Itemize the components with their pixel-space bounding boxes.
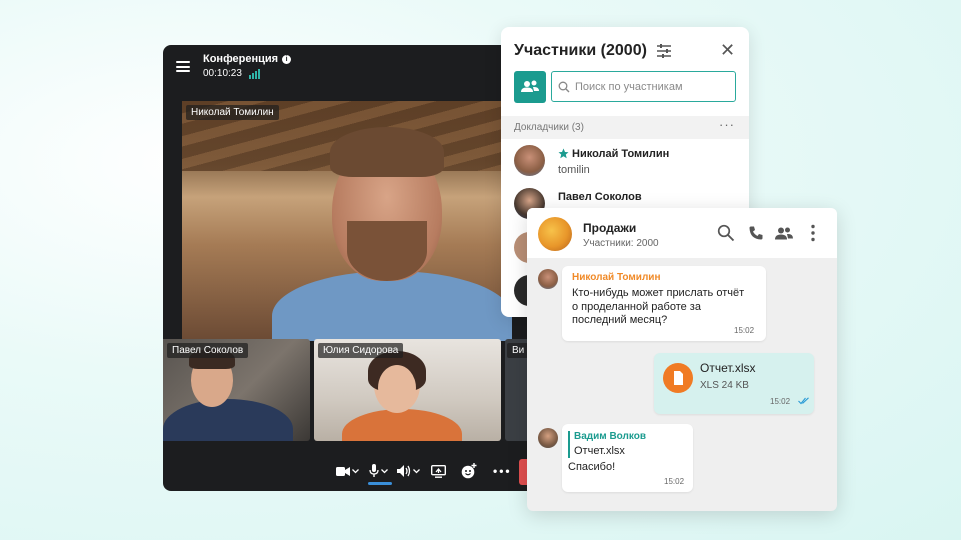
screen-share-icon [431,464,446,478]
file-icon [663,363,693,393]
close-icon[interactable]: ✕ [720,41,735,59]
call-timer: 00:10:23 [203,68,242,79]
message-bubble[interactable]: Вадим Волков Отчет.xlsx Спасибо! 15:02 [562,424,693,492]
conference-header: Конференция i 00:10:23 [163,45,543,89]
chat-avatar [538,217,572,251]
signal-icon [249,69,261,79]
message-line: Кто-нибудь может прислать отчёт [572,287,745,299]
message-time: 15:02 [664,477,685,486]
screen-share-button[interactable] [431,463,446,479]
participant-name: Николай Томилин [572,148,670,160]
group-button[interactable] [514,71,546,103]
reaction-button[interactable] [461,463,477,479]
kebab-menu-icon[interactable] [810,224,816,242]
message-text: Кто-нибудь может прислать отчёт о продел… [572,287,744,328]
participant-label: Юлия Сидорова [318,343,404,358]
message-text: Спасибо! [568,461,616,473]
message-bubble[interactable]: Николай Томилин Кто-нибудь может прислат… [562,266,766,341]
chevron-down-icon [381,468,388,473]
microphone-button[interactable] [369,463,388,479]
mic-level-indicator [368,482,392,485]
file-message-bubble[interactable]: Отчет.xlsx XLS 24 KB 15:02 [654,353,814,414]
chevron-down-icon [413,468,420,473]
microphone-icon [369,464,379,477]
message-time: 15:02 [734,326,755,335]
message-line: последний месяц? [572,314,668,326]
participant-video-tile[interactable]: Павел Соколов [163,339,310,441]
section-label: Докладчики (3) [514,122,584,133]
chat-header: Продажи Участники: 2000 [527,208,837,258]
menu-icon[interactable] [176,61,190,72]
file-name: Отчет.xlsx [700,361,756,375]
participants-title: Участники (2000) [514,42,647,59]
emoji-icon [461,463,477,479]
message-author: Николай Томилин [572,272,661,283]
more-icon[interactable]: ··· [719,117,735,132]
star-icon [558,148,569,159]
participant-name: Павел Соколов [558,191,642,203]
message-author: Вадим Волков [574,431,647,442]
search-icon[interactable] [717,224,735,242]
main-speaker-video[interactable]: Николай Томилин [182,101,512,341]
phone-icon[interactable] [749,226,763,240]
search-input[interactable] [575,80,725,93]
people-icon [521,80,539,92]
avatar [538,269,558,289]
more-icon[interactable]: ••• [493,463,512,479]
participant-label: Ви [507,343,530,358]
avatar [538,428,558,448]
filter-icon[interactable] [656,43,672,59]
speakers-section: Докладчики (3) ··· [501,116,749,139]
message-line: о проделанной работе за [572,300,701,313]
speaker-button[interactable] [397,463,420,479]
call-toolbar: ••• [163,455,543,491]
participant-video-tile[interactable]: Юлия Сидорова [314,339,501,441]
chevron-down-icon [352,468,359,473]
search-icon [558,81,570,92]
message-time: 15:02 [770,397,791,406]
quoted-file: Отчет.xlsx [574,445,625,457]
people-icon[interactable] [775,227,793,240]
chat-members-count: Участники: 2000 [583,238,659,249]
quote-bar [568,431,570,458]
participant-login: tomilin [558,164,590,176]
participant-search[interactable] [551,71,736,102]
file-meta: XLS 24 KB [700,380,749,391]
double-check-icon [798,397,809,405]
main-speaker-label: Николай Томилин [186,105,279,120]
avatar [514,145,545,176]
chat-title: Продажи [583,221,637,235]
conference-title-text: Конференция [203,53,279,65]
speaker-icon [397,465,411,477]
chat-panel: Продажи Участники: 2000 Николай Томилин … [527,208,837,511]
conference-window: Конференция i 00:10:23 Николай Томилин Па… [163,45,543,491]
camera-icon [336,466,350,476]
conference-title: Конференция i [203,53,292,65]
info-icon[interactable]: i [282,55,292,64]
camera-button[interactable] [336,463,359,479]
participant-label: Павел Соколов [167,343,249,358]
